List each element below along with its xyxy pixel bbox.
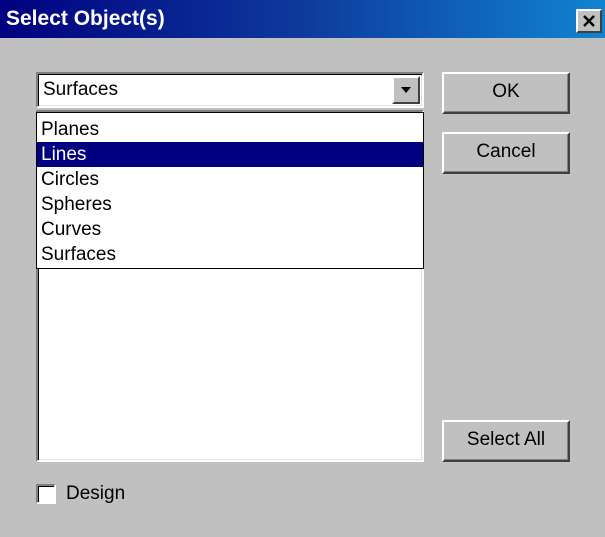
dropdown-item-curves[interactable]: Curves bbox=[37, 217, 423, 242]
dropdown-item-surfaces[interactable]: Surfaces bbox=[37, 242, 423, 267]
object-type-combobox[interactable]: Surfaces bbox=[36, 72, 424, 108]
cancel-button[interactable]: Cancel bbox=[442, 132, 570, 174]
design-checkbox[interactable] bbox=[36, 484, 56, 504]
close-button[interactable] bbox=[576, 9, 602, 33]
dropdown-item-lines[interactable]: Lines bbox=[37, 142, 423, 167]
ok-button[interactable]: OK bbox=[442, 72, 570, 114]
dropdown-item-circles[interactable]: Circles bbox=[37, 167, 423, 192]
combobox-dropdown-button[interactable] bbox=[392, 76, 420, 104]
dropdown-item-spheres[interactable]: Spheres bbox=[37, 192, 423, 217]
close-icon bbox=[583, 15, 595, 27]
title-bar[interactable]: Select Object(s) bbox=[0, 0, 605, 38]
dropdown-item-planes[interactable]: Planes bbox=[37, 117, 423, 142]
chevron-down-icon bbox=[401, 87, 411, 93]
select-all-button[interactable]: Select All bbox=[442, 420, 570, 462]
select-objects-dialog: Select Object(s) Surfaces Planes Lines C… bbox=[0, 0, 605, 537]
combobox-value: Surfaces bbox=[43, 79, 118, 100]
design-checkbox-label[interactable]: Design bbox=[66, 482, 125, 506]
window-title: Select Object(s) bbox=[6, 7, 165, 30]
object-type-dropdown-list[interactable]: Planes Lines Circles Spheres Curves Surf… bbox=[36, 112, 424, 269]
